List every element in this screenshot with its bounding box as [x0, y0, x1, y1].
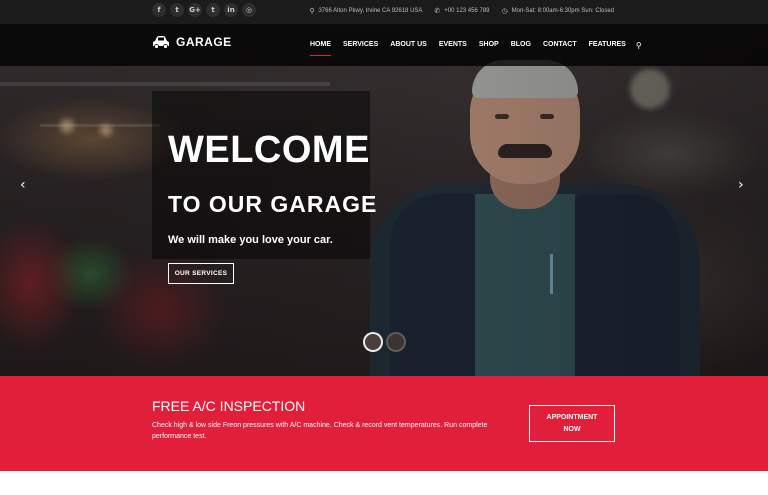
phone-text: +00 123 456 789	[444, 8, 490, 14]
nav-shop[interactable]: SHOP	[473, 24, 505, 66]
promo-description: Check high & low side Freon pressures wi…	[152, 422, 488, 440]
page-bottom	[0, 471, 768, 495]
nav-blog[interactable]: BLOG	[505, 24, 537, 66]
appointment-button-line1: APPOINTMENT	[546, 414, 598, 421]
logo-text: GARAGE	[176, 35, 232, 49]
our-services-button[interactable]: OUR SERVICES	[168, 263, 234, 284]
facebook-icon[interactable]: f	[152, 3, 166, 17]
main-header: GARAGE HOME SERVICES ABOUT US EVENTS SHO…	[0, 24, 768, 66]
next-slide-icon[interactable]: ›	[738, 178, 744, 192]
slide-thumbnail-2[interactable]	[386, 332, 406, 352]
hours-item: ◷ Mon-Sat: 8:00am-6:30pm Sun: Closed	[502, 6, 615, 16]
hero-subtitle: TO OUR GARAGE	[168, 191, 378, 217]
linkedin-icon[interactable]: in	[224, 3, 238, 17]
nav-services[interactable]: SERVICES	[337, 24, 384, 66]
map-pin-icon: ⚲	[309, 7, 315, 15]
promo-title: FREE A/C INSPECTION	[152, 398, 306, 414]
car-icon	[153, 36, 169, 49]
hero-tagline: We will make you love your car.	[168, 234, 333, 246]
tumblr-icon[interactable]: t	[206, 3, 220, 17]
appointment-button[interactable]: APPOINTMENT NOW	[529, 405, 615, 442]
twitter-icon[interactable]: t	[170, 3, 184, 17]
address-item: ⚲ 3766 Alton Pkwy, Irvine CA 92618 USA	[309, 6, 422, 16]
slide-thumbnail-1[interactable]	[363, 332, 383, 352]
hero-overlay	[0, 24, 768, 376]
nav-contact[interactable]: CONTACT	[537, 24, 583, 66]
nav-about-us[interactable]: ABOUT US	[384, 24, 433, 66]
hero-slider	[0, 24, 768, 376]
google-plus-icon[interactable]: G+	[188, 3, 202, 17]
nav-events[interactable]: EVENTS	[433, 24, 473, 66]
hero-title: WELCOME	[168, 129, 370, 171]
nav-features[interactable]: FEATURES	[583, 24, 632, 66]
contact-info: ⚲ 3766 Alton Pkwy, Irvine CA 92618 USA ✆…	[309, 6, 614, 16]
top-bar: f t G+ t in ◎ ⚲ 3766 Alton Pkwy, Irvine …	[0, 0, 768, 24]
phone-icon: ✆	[434, 7, 441, 15]
address-text: 3766 Alton Pkwy, Irvine CA 92618 USA	[318, 8, 423, 14]
nav-home[interactable]: HOME	[304, 24, 337, 66]
appointment-button-line2: NOW	[563, 426, 581, 433]
phone-item: ✆ +00 123 456 789	[434, 6, 489, 16]
hours-text: Mon-Sat: 8:00am-6:30pm Sun: Closed	[511, 8, 614, 14]
prev-slide-icon[interactable]: ‹	[20, 178, 26, 192]
logo[interactable]: GARAGE	[152, 35, 232, 49]
instagram-icon[interactable]: ◎	[242, 3, 256, 17]
social-links: f t G+ t in ◎	[152, 3, 256, 17]
clock-icon: ◷	[501, 7, 508, 15]
promo-banner: FREE A/C INSPECTION Check high & low sid…	[0, 376, 768, 471]
search-icon[interactable]: ⚲	[636, 41, 642, 50]
main-nav: HOME SERVICES ABOUT US EVENTS SHOP BLOG …	[304, 24, 642, 66]
